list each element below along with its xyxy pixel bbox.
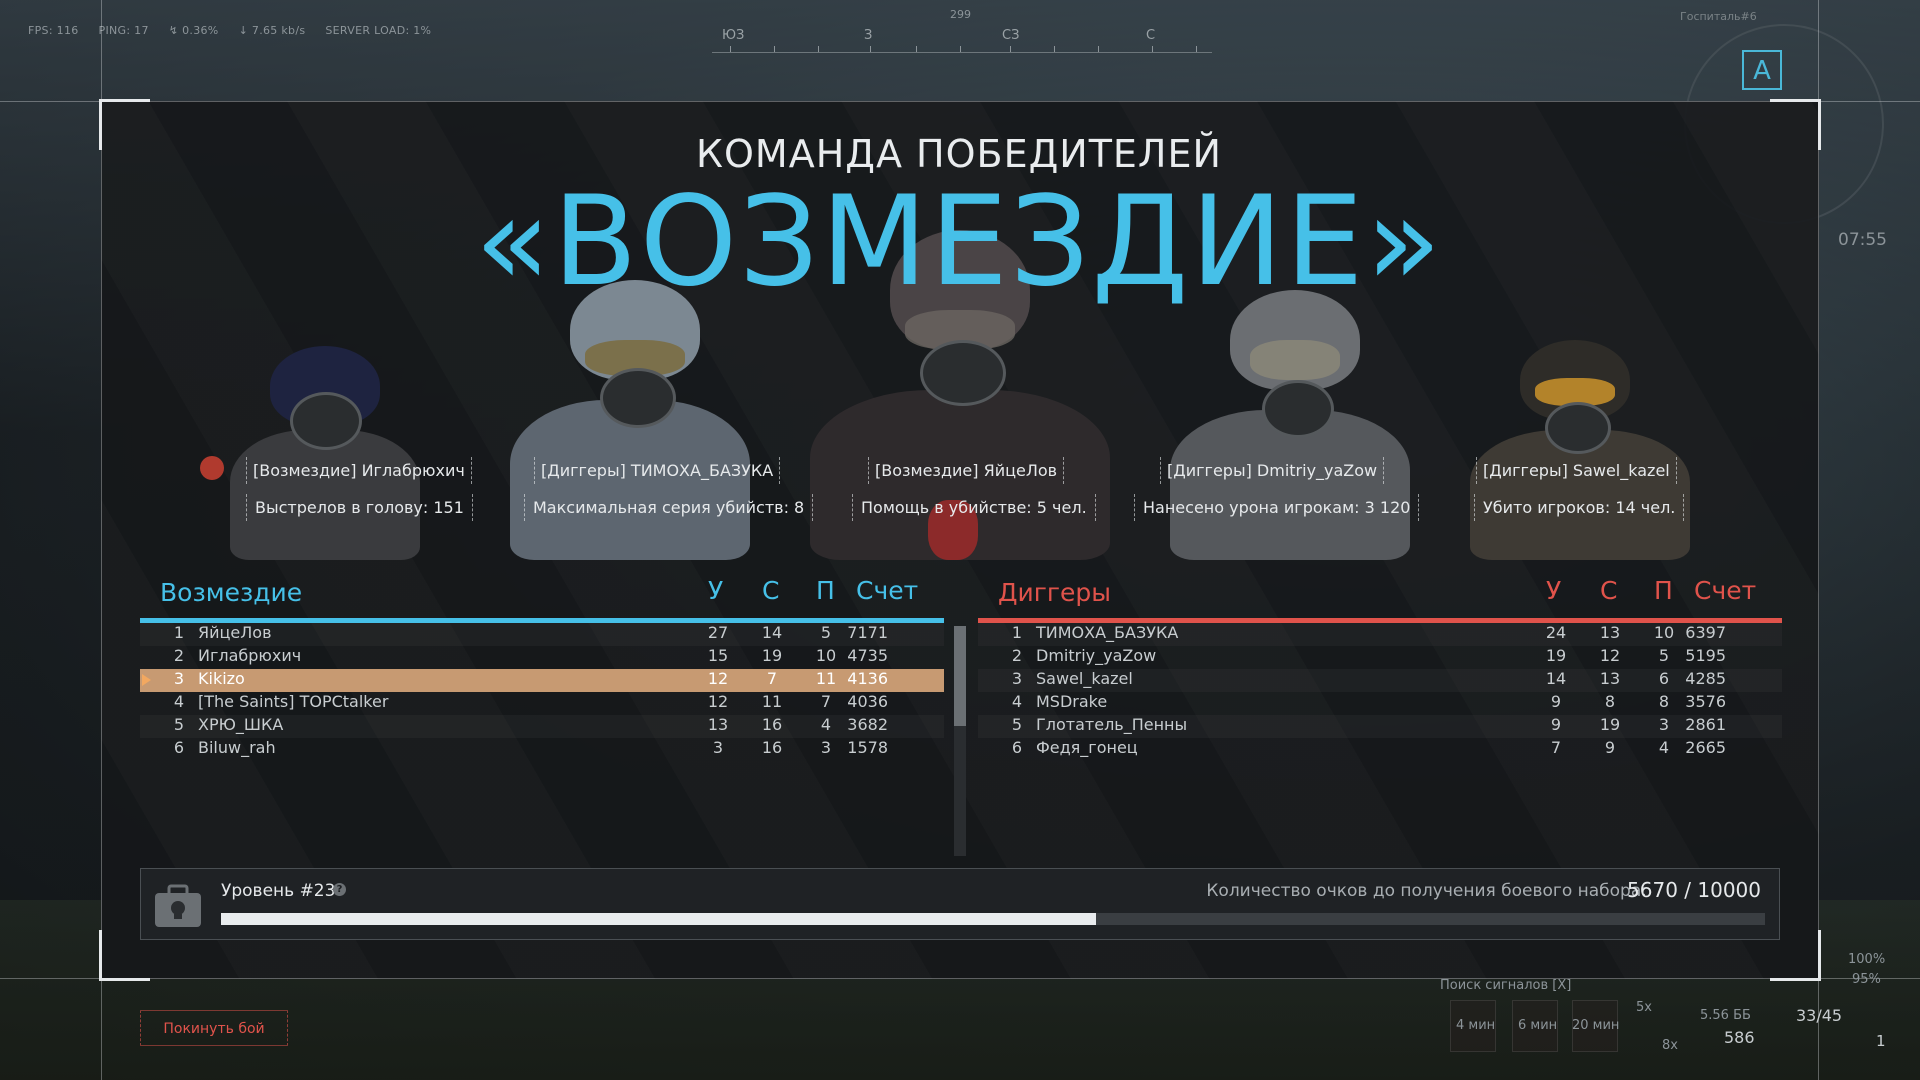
magazine-count: 33/45 [1796,1006,1843,1025]
column-kills: У [708,576,724,605]
loss-icon: ↯ [168,24,183,37]
frame-line [0,978,1920,979]
progress-label: Количество очков до получения боевого на… [1206,881,1647,901]
table-row[interactable]: 2 Dmitriy_yaZow 19 12 5 5195 [978,646,1782,669]
column-assists: П [816,576,835,605]
stamina-readout: 95% [1852,972,1881,987]
table-row[interactable]: 4 MSDrake 9 8 8 3576 [978,692,1782,715]
team-header: Диггеры У С П Счет [978,572,1782,618]
mvp-name: [Диггеры] Sawel_kazel [1476,457,1677,484]
table-row[interactable]: 6 Biluw_rah 3 16 3 1578 [140,738,944,761]
table-row-self[interactable]: 3 Kikizo 12 7 11 4136 [140,669,944,692]
column-kills: У [1546,576,1562,605]
compass: 299 ЮЗ З СЗ С [712,8,1212,58]
download-icon: ↓ [238,24,252,37]
team-name: Диггеры [998,578,1112,607]
level-label: Уровень #23 [221,881,336,901]
fps-readout: FPS: 116 [28,24,79,37]
progress-value: 5670 / 10000 [1627,878,1761,902]
team-rows: 1 ТИМОХА_БАЗУКА 24 13 10 6397 2 Dmitriy_yaZow 1… [978,623,1782,761]
compass-mark: С [1146,28,1156,43]
mvp-stat: Помощь в убийстве: 5 чел. [852,494,1096,521]
health-readout: 100% [1848,952,1886,967]
mvp-stat: Выстрелов в голову: 151 [246,494,473,521]
table-row[interactable]: 4 [The Saints] TOPCtalker 12 11 7 4036 [140,692,944,715]
mvp-name: [Возмездие] Иглабрюхич [246,457,472,484]
team-rows: 1 ЯйцеЛов 27 14 5 7171 2 Иглабрюхич 15 19 10 4735 … [140,623,944,761]
team-scoreboard: Диггеры У С П Счет 1 ТИМОХА_БАЗУКА 24 13 10 6… [978,572,1782,761]
table-row[interactable]: 6 Федя_гонец 7 9 4 2665 [978,738,1782,761]
team-name: Возмездие [160,578,303,607]
objective-marker-icon: A [1742,50,1782,90]
mvp-name: [Диггеры] Dmitriy_yaZow [1160,457,1385,484]
leave-battle-button[interactable]: Покинуть бой [140,1010,288,1046]
table-row[interactable]: 2 Иглабрюхич 15 19 10 4735 [140,646,944,669]
packet-loss-readout: ↯ 0.36% [168,24,219,37]
column-deaths: С [1600,576,1618,605]
column-deaths: С [762,576,780,605]
timer-label: 20 мин [1572,1018,1620,1033]
signal-search-hint: Поиск сигналов [X] [1440,978,1572,993]
column-score: Счет [1694,576,1757,605]
network-stats: FPS: 116 PING: 17 ↯ 0.36% ↓ 7.65 kb/s SE… [28,24,431,37]
info-icon[interactable]: ? [333,883,346,896]
ping-readout: PING: 17 [98,24,149,37]
table-row[interactable]: 1 ЯйцеЛов 27 14 5 7171 [140,623,944,646]
timer-label: 4 мин [1456,1018,1496,1033]
mvp-name: [Возмездие] ЯйцеЛов [868,457,1065,484]
battle-kit-icon [153,883,203,929]
frame-line [0,101,1920,102]
table-row[interactable]: 1 ТИМОХА_БАЗУКА 24 13 10 6397 [978,623,1782,646]
compass-bearing: 299 [950,8,971,21]
compass-line [712,52,1212,53]
scrollbar-thumb[interactable] [954,626,966,726]
server-load-readout: SERVER LOAD: 1% [325,24,432,37]
progress-fill [221,913,1097,925]
ammo-reserve: 586 [1724,1028,1755,1047]
compass-mark: ЮЗ [722,28,745,43]
grenade-count: 1 [1876,1032,1886,1050]
player-figure [200,340,450,560]
scoreboard-scrollbar[interactable] [954,626,966,856]
stack-count: 8х [1662,1038,1678,1053]
column-score: Счет [856,576,919,605]
ammo-type: 5.56 ББ [1700,1008,1751,1023]
team-header: Возмездие У С П Счет [140,572,944,618]
mvp-name: [Диггеры] ТИМОХА_БАЗУКА [534,457,781,484]
timer-label: 6 мин [1518,1018,1558,1033]
column-assists: П [1654,576,1673,605]
player-figure [1450,330,1710,560]
traffic-readout: ↓ 7.65 kb/s [238,24,306,37]
team-scoreboard: Возмездие У С П Счет 1 ЯйцеЛов 27 14 5 7171 2… [140,572,944,761]
mvp-stat: Убито игроков: 14 чел. [1474,494,1685,521]
stack-count: 5х [1636,1000,1652,1015]
mvp-stat: Нанесено урона игрокам: 3 120 [1134,494,1420,521]
table-row[interactable]: 5 Глотатель_Пенны 9 19 3 2861 [978,715,1782,738]
compass-mark: СЗ [1002,28,1020,43]
self-indicator-icon [142,674,151,686]
table-row[interactable]: 5 ХРЮ_ШКА 13 16 4 3682 [140,715,944,738]
minimap-location: Госпиталь#6 [1680,10,1757,23]
compass-mark: З [864,28,873,43]
mvp-stat: Максимальная серия убийств: 8 [524,494,814,521]
winner-team-name: «ВОЗМЕЗДИЕ» [474,170,1444,314]
table-row[interactable]: 3 Sawel_kazel 14 13 6 4285 [978,669,1782,692]
progress-track [221,913,1765,925]
battle-kit-progress: Уровень #23 ? Количество очков до получе… [140,868,1780,940]
